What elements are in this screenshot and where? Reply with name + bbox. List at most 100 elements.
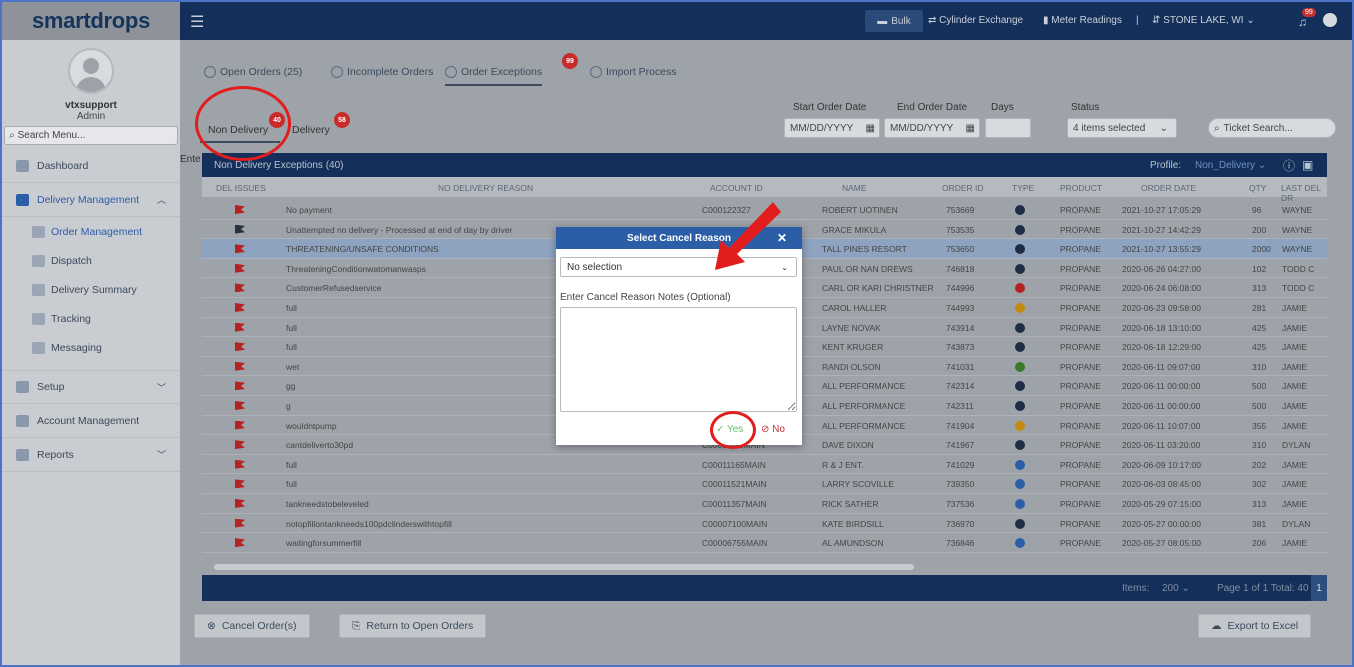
col-account-id[interactable]: Account ID: [710, 183, 763, 193]
order-date-cell: 2021-10-27 17:05:29: [1122, 205, 1201, 215]
name-cell: ALL PERFORMANCE: [822, 381, 906, 392]
col-order-date[interactable]: Order Date: [1141, 183, 1196, 193]
name-cell: TALL PINES RESORT: [822, 244, 907, 255]
col-no-delivery-reason[interactable]: No Delivery Reason: [438, 183, 533, 193]
days-input[interactable]: [985, 118, 1031, 138]
col-order-id[interactable]: Order ID: [942, 183, 984, 193]
calendar-icon[interactable]: ▦: [866, 123, 875, 134]
status-select[interactable]: 4 items selected ⌄: [1067, 118, 1177, 138]
user-menu-icon[interactable]: [1323, 13, 1337, 27]
order-date-cell: 2020-06-09 10:17:00: [1122, 459, 1201, 470]
product-cell: PROPANE: [1060, 302, 1101, 313]
ticket-search-placeholder: Ticket Search...: [1223, 122, 1293, 134]
reason-cell: full: [286, 459, 297, 470]
reason-cell: waitingforsummerfill: [286, 538, 362, 549]
cylinder-exchange-link[interactable]: ⇄ Cylinder Exchange: [928, 15, 1023, 26]
sidebar-item-setup[interactable]: Setup ﹀: [2, 370, 180, 404]
reason-cell: wet: [286, 361, 300, 372]
tab-import-process[interactable]: Import Process: [590, 66, 677, 78]
reason-cell: Unattempted no delivery - Processed at e…: [286, 224, 513, 235]
page-button[interactable]: 1: [1311, 575, 1327, 601]
sidebar-item-dispatch[interactable]: Dispatch: [2, 246, 180, 275]
grid-title: Non Delivery Exceptions (40): [214, 159, 344, 171]
page-info: Page 1 of 1 Total: 40: [1217, 583, 1309, 594]
last-del-dr-cell: TODD C: [1282, 283, 1315, 294]
return-to-open-orders-button[interactable]: ⎘ Return to Open Orders: [339, 614, 487, 638]
col-product[interactable]: Product: [1060, 183, 1102, 193]
table-row[interactable]: notopfillontankneeds100pdclinderswithtop…: [202, 514, 1327, 534]
last-del-dr-cell: JAMIE: [1282, 459, 1308, 470]
sidebar-item-delivery-summary[interactable]: Delivery Summary: [2, 275, 180, 304]
qty-cell: 206: [1252, 538, 1267, 549]
select-value: No selection: [567, 261, 623, 273]
ticket-search-input[interactable]: ⌕ Ticket Search...: [1208, 118, 1336, 138]
hamburger-icon[interactable]: ☰: [190, 12, 204, 32]
end-date-label: End Order Date: [897, 102, 968, 113]
sidebar-item-messaging[interactable]: Messaging: [2, 333, 180, 362]
avatar[interactable]: [68, 48, 114, 94]
reports-icon: [16, 448, 29, 461]
col-del-issues[interactable]: Del Issues: [216, 183, 266, 193]
col-qty[interactable]: Qty: [1249, 183, 1266, 193]
items-per-page-select[interactable]: 200 ⌄: [1162, 583, 1190, 594]
order-exceptions-badge: 99: [562, 53, 578, 69]
gear-icon: [1015, 361, 1025, 372]
chevron-down-icon: ⌄: [781, 262, 788, 272]
search-menu-input[interactable]: ⌕ Search Menu...: [4, 126, 178, 145]
sidebar-item-label: Messaging: [51, 341, 102, 354]
start-date-input[interactable]: MM/DD/YYYY ▦: [784, 118, 880, 138]
table-row[interactable]: full C00011521MAIN LARRY SCOVILLE 739350 PRO…: [202, 474, 1327, 494]
subtab-delivery[interactable]: Delivery: [292, 124, 330, 136]
grid-header: Non Delivery Exceptions (40) Profile: No…: [202, 153, 1327, 177]
annotation-circle-non-delivery: [195, 86, 291, 161]
tab-open-orders[interactable]: Open Orders (25): [204, 66, 302, 78]
sidebar-item-delivery-management[interactable]: Delivery Management ︿: [2, 183, 180, 217]
incomplete-orders-icon: [331, 66, 343, 78]
grid-footer: Items: 200 ⌄ Page 1 of 1 Total: 40 1: [202, 575, 1327, 601]
name-cell: ALL PERFORMANCE: [822, 420, 906, 431]
product-cell: PROPANE: [1060, 538, 1101, 549]
sidebar-item-dashboard[interactable]: Dashboard: [2, 149, 180, 183]
product-cell: PROPANE: [1060, 342, 1101, 353]
calendar-icon[interactable]: ▦: [966, 123, 975, 134]
end-date-input[interactable]: MM/DD/YYYY ▦: [884, 118, 980, 138]
order-date-cell: 2021-10-27 14:42:29: [1122, 224, 1201, 235]
order-exceptions-icon: [445, 66, 457, 78]
table-row[interactable]: tankneedstobeleveled C00011357MAIN RICK SA…: [202, 494, 1327, 514]
gear-icon: [1015, 322, 1025, 333]
sidebar-item-account-management[interactable]: Account Management: [2, 404, 180, 438]
qty-cell: 2000: [1252, 244, 1271, 255]
notifications-bell-icon[interactable]: ♫ 99: [1298, 8, 1316, 29]
tab-order-exceptions[interactable]: Order Exceptions: [445, 66, 543, 86]
product-cell: PROPANE: [1060, 479, 1101, 490]
no-button[interactable]: ⊘ No: [761, 424, 785, 435]
delivery-icon: [16, 193, 29, 206]
horizontal-scrollbar[interactable]: [214, 564, 914, 570]
meter-readings-link[interactable]: ▮ Meter Readings: [1043, 15, 1122, 26]
table-row[interactable]: full C00011165MAIN R & J ENT. 741029 PROPANE…: [202, 455, 1327, 475]
profile-label: Profile:: [1150, 159, 1182, 171]
location-selector[interactable]: ⇵ STONE LAKE, WI ⌄: [1152, 15, 1255, 26]
search-icon: ⌕: [9, 130, 15, 141]
reason-cell: wouldntpump: [286, 420, 337, 431]
profile-select[interactable]: Non_Delivery ⌄: [1195, 160, 1266, 171]
col-type[interactable]: Type: [1012, 183, 1034, 193]
account-id-cell: C00011357MAIN: [702, 498, 767, 509]
info-icon[interactable]: ⓘ: [1283, 157, 1295, 174]
save-icon[interactable]: ▣: [1302, 158, 1313, 172]
notes-textarea[interactable]: [560, 307, 797, 412]
sidebar-item-order-management[interactable]: Order Management: [2, 217, 180, 246]
sidebar-item-reports[interactable]: Reports ﹀: [2, 438, 180, 472]
sidebar-item-tracking[interactable]: Tracking: [2, 304, 180, 333]
table-row[interactable]: waitingforsummerfill C00006755MAIN AL AMUN…: [202, 533, 1327, 553]
product-cell: PROPANE: [1060, 283, 1101, 294]
sidebar-item-label: Setup: [37, 381, 65, 393]
col-name[interactable]: Name: [842, 183, 867, 193]
bulk-button[interactable]: ▬ Bulk: [865, 10, 923, 32]
tab-incomplete-orders[interactable]: Incomplete Orders: [331, 66, 433, 78]
open-orders-icon: [204, 66, 216, 78]
column-headers: Del Issues No Delivery Reason Account ID…: [202, 177, 1327, 203]
brand-logo[interactable]: smartdrops: [2, 2, 180, 40]
export-to-excel-button[interactable]: ☁ Export to Excel: [1198, 614, 1312, 638]
cancel-orders-button[interactable]: ⊗ Cancel Order(s): [194, 614, 310, 638]
